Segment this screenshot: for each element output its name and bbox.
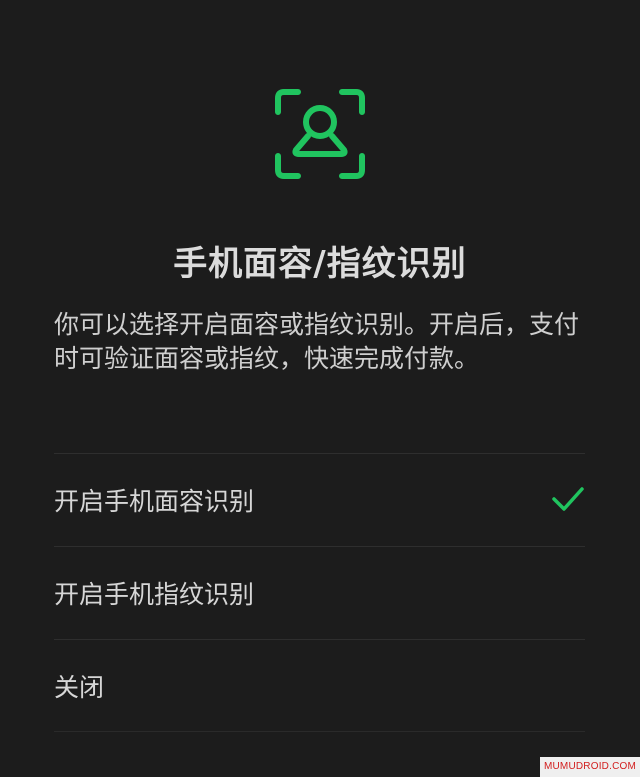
option-face-recognition[interactable]: 开启手机面容识别 xyxy=(54,453,585,546)
option-list: 开启手机面容识别 开启手机指纹识别 关闭 xyxy=(54,453,585,732)
option-label: 开启手机面容识别 xyxy=(54,487,255,516)
face-recognition-icon xyxy=(275,89,365,179)
checkmark-icon xyxy=(552,487,584,511)
page-title: 手机面容/指纹识别 xyxy=(173,244,467,284)
page-description: 你可以选择开启面容或指纹识别。开启后，支付时可验证面容或指纹，快速完成付款。 xyxy=(54,310,580,373)
option-off[interactable]: 关闭 xyxy=(54,639,585,732)
option-fingerprint-recognition[interactable]: 开启手机指纹识别 xyxy=(54,546,585,639)
option-label: 关闭 xyxy=(54,673,105,702)
watermark: MUMUDROID.COM xyxy=(540,757,640,777)
option-label: 开启手机指纹识别 xyxy=(54,580,255,609)
